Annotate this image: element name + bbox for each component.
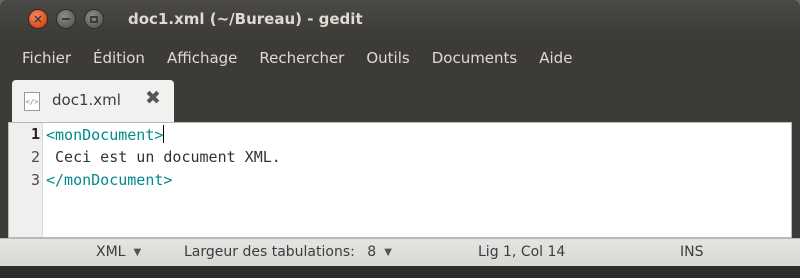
menu-rechercher[interactable]: Rechercher [248, 49, 355, 67]
tab-width-label: Largeur des tabulations: [184, 244, 355, 260]
line-number: 1 [30, 125, 40, 143]
tab-bar: </> doc1.xml ✖ [8, 78, 796, 122]
tab-label: doc1.xml [52, 91, 121, 109]
menu-documents[interactable]: Documents [421, 49, 529, 67]
window-title: doc1.xml (~/Bureau) - gedit [128, 10, 363, 28]
title-bar[interactable]: × doc1.xml (~/Bureau) - gedit [0, 0, 800, 38]
xml-close-tag: </monDocument> [46, 171, 173, 189]
line-number: 3 [30, 171, 40, 189]
minimize-icon [62, 18, 70, 20]
maximize-icon [90, 15, 98, 23]
minimize-window-button[interactable] [56, 9, 76, 29]
tab-doc1[interactable]: </> doc1.xml ✖ [12, 80, 174, 122]
maximize-window-button[interactable] [84, 9, 104, 29]
close-window-button[interactable]: × [28, 9, 48, 29]
xml-file-icon: </> [24, 92, 40, 111]
line-number: 2 [30, 148, 40, 166]
text-editor[interactable]: 1 2 3 <monDocument> Ceci est un document… [8, 122, 792, 238]
status-bar: XML ▼ Largeur des tabulations: 8 ▼ Lig 1, … [0, 238, 800, 266]
xml-text-content: Ceci est un document XML. [46, 148, 281, 166]
menu-fichier[interactable]: Fichier [0, 49, 82, 67]
text-cursor [163, 125, 165, 143]
menu-aide[interactable]: Aide [528, 49, 583, 67]
dropdown-arrow-icon: ▼ [133, 247, 142, 258]
language-selector[interactable]: XML ▼ [96, 244, 141, 260]
insert-mode-indicator: INS [680, 244, 704, 260]
window-bottom-edge [0, 266, 800, 278]
menu-affichage[interactable]: Affichage [156, 49, 248, 67]
tab-width-value: 8 [367, 244, 377, 260]
line-number-gutter: 1 2 3 [9, 123, 43, 237]
menu-bar: Fichier Édition Affichage Rechercher Out… [0, 38, 800, 78]
code-line[interactable]: </monDocument> [46, 171, 172, 189]
gedit-window: × doc1.xml (~/Bureau) - gedit Fichier Éd… [0, 0, 800, 278]
tab-width-selector[interactable]: Largeur des tabulations: 8 ▼ [184, 244, 392, 260]
tab-close-icon[interactable]: ✖ [145, 89, 161, 108]
code-line[interactable]: <monDocument> [46, 125, 165, 144]
menu-edition[interactable]: Édition [82, 49, 156, 67]
cursor-position: Lig 1, Col 14 [478, 244, 566, 260]
menu-outils[interactable]: Outils [355, 49, 420, 67]
code-line[interactable]: Ceci est un document XML. [46, 148, 281, 166]
xml-open-tag: <monDocument> [46, 126, 164, 144]
language-label: XML [96, 244, 126, 260]
dropdown-arrow-icon: ▼ [384, 247, 392, 258]
close-icon: × [32, 12, 44, 26]
